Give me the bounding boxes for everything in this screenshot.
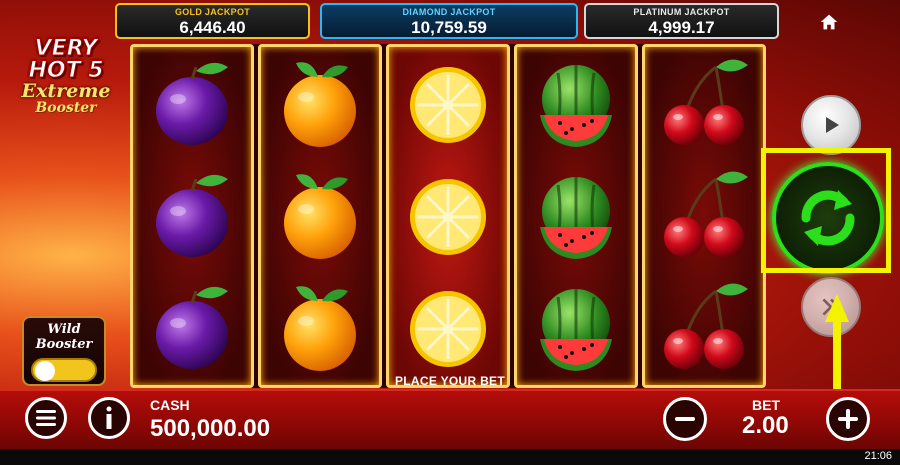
symbol-orange: [261, 47, 379, 159]
cash-value: 500,000.00: [150, 415, 271, 442]
gold-jackpot: GOLD JACKPOT 6,446.40: [115, 3, 310, 39]
lemon-icon: [408, 289, 488, 369]
wild-booster-title-1: Wild: [47, 322, 81, 337]
wild-booster-panel: Wild Booster: [22, 316, 106, 386]
orange-icon: [284, 174, 356, 259]
reel-4: [514, 44, 638, 388]
info-icon: [106, 406, 112, 429]
play-button[interactable]: [801, 95, 861, 155]
clock: 21:06: [864, 450, 892, 462]
reel-2: [258, 44, 382, 388]
symbol-orange: [261, 271, 379, 383]
plum-icon: [154, 61, 230, 147]
minus-icon: [675, 417, 695, 421]
hamburger-icon: [36, 410, 56, 426]
gold-jackpot-label: GOLD JACKPOT: [174, 7, 251, 17]
diamond-jackpot-label: DIAMOND JACKPOT: [402, 7, 496, 17]
platinum-jackpot-value: 4,999.17: [648, 18, 715, 37]
plus-icon: [838, 409, 858, 429]
plum-icon: [154, 285, 230, 371]
symbol-orange: [261, 159, 379, 271]
reels-area: [130, 44, 766, 388]
reel-1: [130, 44, 254, 388]
symbol-lemon: [389, 47, 507, 159]
symbol-watermelon: [517, 271, 635, 383]
home-button[interactable]: [815, 8, 843, 36]
symbol-cherry: [645, 159, 763, 271]
diamond-jackpot: DIAMOND JACKPOT 10,759.59: [320, 3, 578, 39]
platinum-jackpot: PLATINUM JACKPOT 4,999.17: [584, 3, 779, 39]
orange-icon: [284, 286, 356, 371]
symbol-watermelon: [517, 159, 635, 271]
logo-line-2: HOT 5: [28, 58, 104, 83]
cherry-icon: [662, 169, 750, 259]
cash-label: CASH: [150, 397, 190, 413]
watermelon-icon: [538, 175, 614, 261]
symbol-cherry: [645, 271, 763, 383]
bet-decrease-button[interactable]: [663, 397, 707, 441]
toggle-knob: [35, 361, 55, 381]
symbol-watermelon: [517, 47, 635, 159]
lemon-icon: [408, 65, 488, 145]
status-message: PLACE YOUR BET: [395, 374, 505, 388]
bet-label: BET: [752, 397, 780, 413]
game-logo: VERY HOT 5 Extreme Booster: [10, 36, 122, 116]
symbol-plum: [133, 159, 251, 271]
diamond-jackpot-value: 10,759.59: [411, 18, 487, 37]
reel-5: [642, 44, 766, 388]
spin-highlight-box: [761, 148, 891, 273]
cherry-icon: [662, 57, 750, 147]
cherry-icon: [662, 281, 750, 371]
wild-booster-title-2: Booster: [35, 337, 93, 352]
play-icon: [826, 117, 839, 133]
logo-line-1: VERY: [34, 36, 98, 61]
watermelon-icon: [538, 63, 614, 149]
home-icon: [820, 14, 838, 30]
symbol-plum: [133, 47, 251, 159]
watermelon-icon: [538, 287, 614, 373]
orange-icon: [284, 62, 356, 147]
system-status-bar: [0, 449, 900, 465]
symbol-lemon: [389, 159, 507, 271]
wild-booster-toggle[interactable]: [31, 358, 97, 382]
logo-line-3: Extreme: [21, 80, 111, 102]
platinum-jackpot-label: PLATINUM JACKPOT: [633, 7, 730, 17]
reel-3: [386, 44, 510, 388]
symbol-plum: [133, 271, 251, 383]
plum-icon: [154, 173, 230, 259]
menu-button[interactable]: [25, 397, 67, 439]
symbol-lemon: [389, 271, 507, 383]
lemon-icon: [408, 177, 488, 257]
bet-value: 2.00: [742, 412, 789, 439]
symbol-cherry: [645, 47, 763, 159]
info-button[interactable]: [88, 397, 130, 439]
logo-line-4: Booster: [35, 100, 97, 116]
bet-increase-button[interactable]: [826, 397, 870, 441]
gold-jackpot-value: 6,446.40: [179, 18, 246, 37]
